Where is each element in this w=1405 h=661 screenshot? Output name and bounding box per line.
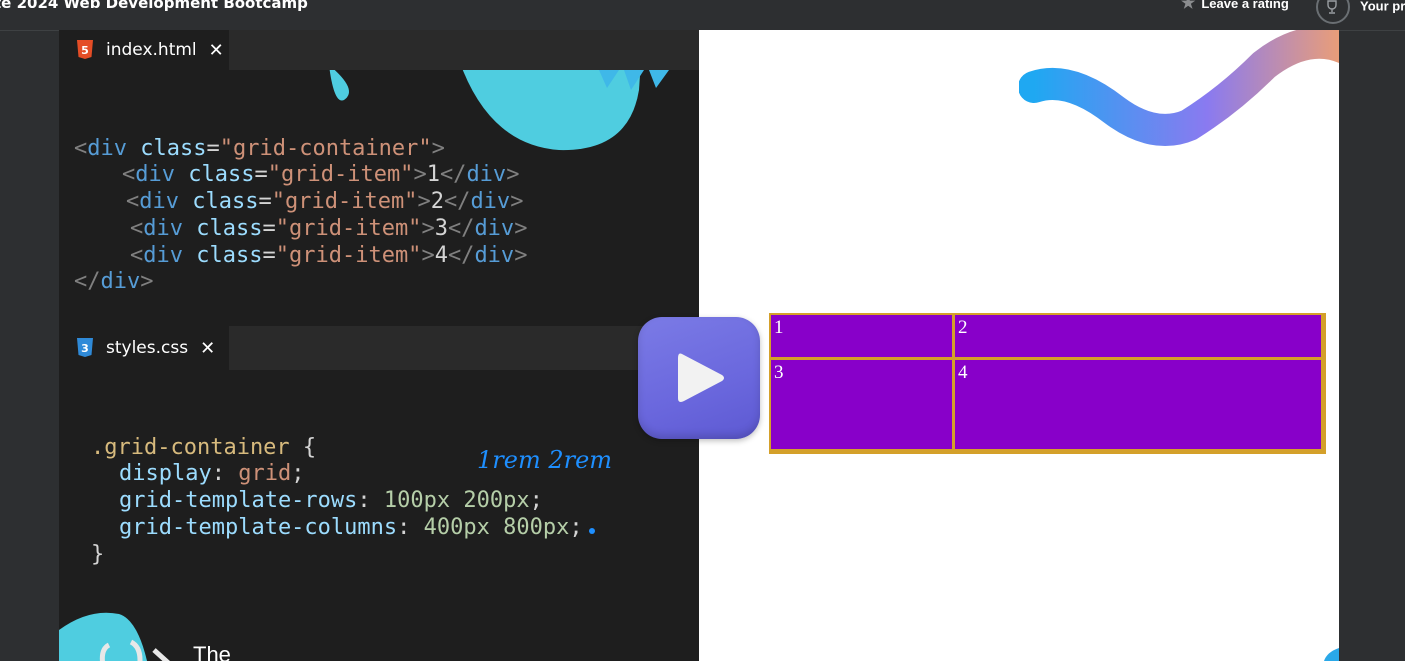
code-line: } — [91, 541, 105, 567]
progress-label: Your pro — [1360, 0, 1405, 14]
grid-item: 4 — [955, 360, 1321, 449]
close-icon[interactable]: ✕ — [200, 338, 215, 359]
svg-text:5: 5 — [81, 44, 89, 57]
tab-label: index.html — [106, 40, 197, 60]
grid-item: 3 — [771, 360, 952, 449]
leave-rating-button[interactable]: ★ Leave a rating — [1181, 0, 1289, 13]
play-button[interactable] — [638, 317, 760, 439]
tab-styles-css[interactable]: 3 styles.css ✕ — [59, 326, 229, 370]
trophy-icon — [1316, 0, 1350, 24]
css-tabbar: 3 styles.css ✕ — [59, 326, 699, 370]
course-title[interactable]: te 2024 Web Development Bootcamp — [0, 0, 308, 12]
html-tabbar: 5 index.html ✕ — [59, 30, 699, 70]
close-icon[interactable]: ✕ — [209, 40, 224, 61]
svg-text:1rem 2rem: 1rem 2rem — [477, 446, 612, 474]
course-header: te 2024 Web Development Bootcamp ★ Leave … — [0, 0, 1405, 31]
svg-text:3: 3 — [81, 342, 89, 355]
code-line: </div> — [74, 269, 154, 295]
star-icon: ★ — [1181, 0, 1196, 12]
browser-preview: 1 2 3 4 — [699, 30, 1339, 661]
logo-badge — [59, 612, 170, 661]
tab-label: styles.css — [106, 338, 189, 358]
decorative-squiggle — [1019, 30, 1339, 146]
code-line: grid-template-columns: 400px 800px; — [119, 514, 583, 540]
css3-file-icon: 3 — [77, 338, 93, 357]
play-icon — [678, 353, 724, 402]
handwritten-annotation: 1rem 2rem — [477, 446, 612, 474]
bottom-caption: The — [193, 642, 231, 661]
html5-file-icon: 5 — [77, 40, 93, 59]
tab-index-html[interactable]: 5 index.html ✕ — [59, 30, 229, 70]
html-code: <div class="grid-container"> <div class="… — [74, 109, 527, 296]
code-editor-panel: 5 index.html ✕ <div class="grid-containe… — [59, 30, 699, 661]
leave-rating-label: Leave a rating — [1201, 0, 1289, 11]
progress-button[interactable]: Your pro — [1316, 0, 1405, 24]
grid-item: 2 — [955, 315, 1321, 357]
code-line: <div class="grid-container"> — [74, 135, 445, 161]
grid-item: 1 — [771, 315, 952, 357]
decorative-corner — [1324, 648, 1339, 661]
code-line: <div class="grid-item">3</div> — [130, 215, 528, 241]
code-line: <div class="grid-item">4</div> — [130, 242, 528, 268]
code-line: <div class="grid-item">2</div> — [126, 189, 524, 215]
pen-dot — [589, 528, 595, 534]
code-line: grid-template-rows: 100px 200px; — [119, 488, 543, 514]
css-code: .grid-container {display: grid; grid-temp… — [91, 408, 583, 568]
code-line: <div class="grid-item">1</div> — [122, 162, 520, 188]
grid-container-preview: 1 2 3 4 — [769, 313, 1326, 454]
